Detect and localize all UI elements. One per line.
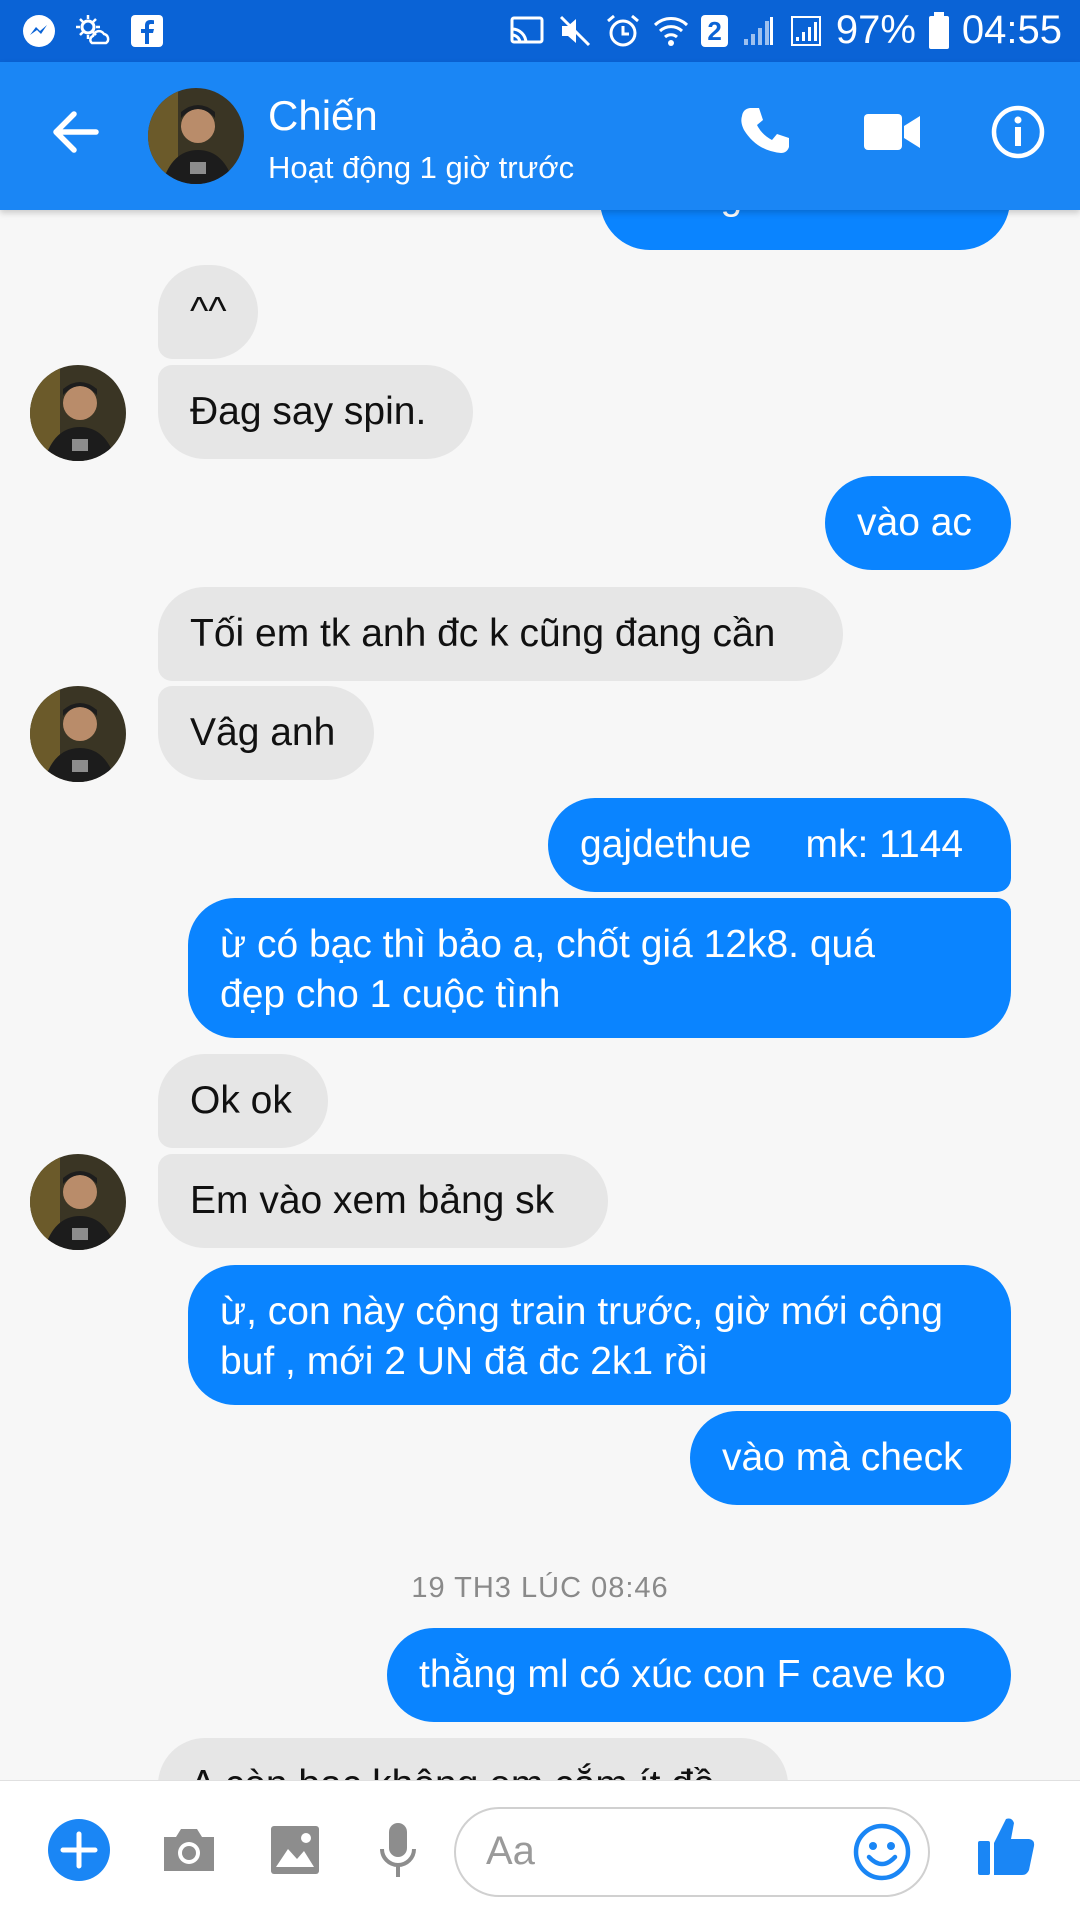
- like-icon[interactable]: [976, 1815, 1036, 1879]
- back-arrow-icon[interactable]: [46, 102, 106, 162]
- message-outgoing[interactable]: ừ có bạc thì bảo a, chốt giá 12k8. quá đ…: [188, 898, 1011, 1038]
- message-outgoing[interactable]: thằng ml đi đâu rồi: [600, 210, 1010, 250]
- battery-icon: [928, 11, 949, 49]
- mute-icon: [560, 15, 591, 46]
- facebook-notification-icon: [128, 12, 166, 50]
- emoji-icon[interactable]: [852, 1822, 912, 1882]
- message-incoming[interactable]: A còn bạc không em cắm ít đồ: [158, 1738, 788, 1780]
- messenger-notification-icon: [20, 12, 58, 50]
- avatar[interactable]: [30, 1154, 126, 1250]
- phone-icon[interactable]: [738, 104, 794, 160]
- contact-name: Chiến: [268, 92, 378, 139]
- message-input[interactable]: Aa: [454, 1807, 930, 1897]
- battery-percent: 97%: [835, 8, 916, 52]
- timestamp-separator: 19 TH3 LÚC 08:46: [411, 1572, 669, 1604]
- add-icon[interactable]: [46, 1817, 112, 1883]
- microphone-icon[interactable]: [378, 1821, 418, 1881]
- camera-icon[interactable]: [160, 1825, 218, 1875]
- message-list[interactable]: thằng ml đi đâu rồi ^^ Đag say spin. vào…: [0, 210, 1080, 1780]
- video-camera-icon[interactable]: [862, 110, 922, 154]
- message-input-placeholder: Aa: [486, 1829, 535, 1873]
- clock: 04:55: [961, 8, 1062, 52]
- avatar[interactable]: [148, 88, 244, 184]
- avatar[interactable]: [30, 365, 126, 461]
- cast-icon: [510, 16, 544, 43]
- weather-icon: [74, 12, 112, 50]
- conversation-header: Chiến Hoạt động 1 giờ trước: [0, 62, 1080, 210]
- status-bar: 2 97% 04:55: [0, 0, 1080, 62]
- alarm-icon: [607, 14, 640, 46]
- message-incoming[interactable]: Tối em tk anh đc k cũng đang cần: [158, 587, 843, 681]
- message-incoming[interactable]: Ok ok: [158, 1054, 328, 1148]
- signal-icon-2: [790, 15, 821, 46]
- activity-status: Hoạt động 1 giờ trước: [268, 150, 575, 185]
- message-outgoing[interactable]: vào ac: [825, 476, 1011, 570]
- signal-icon: [743, 16, 773, 45]
- message-incoming[interactable]: Đag say spin.: [158, 365, 473, 459]
- info-icon[interactable]: [990, 104, 1046, 160]
- sim-badge: 2: [701, 14, 728, 47]
- message-incoming[interactable]: Em vào xem bảng sk: [158, 1154, 608, 1248]
- message-outgoing[interactable]: ừ, con này cộng train trước, giờ mới cộn…: [188, 1265, 1011, 1405]
- message-outgoing[interactable]: vào mà check: [690, 1411, 1011, 1505]
- wifi-icon: [654, 16, 689, 46]
- message-incoming[interactable]: Vâg anh: [158, 686, 374, 780]
- message-outgoing[interactable]: gajdethue mk: 1144: [548, 798, 1011, 892]
- message-incoming[interactable]: ^^: [158, 265, 258, 359]
- composer-bar: Aa: [0, 1780, 1080, 1921]
- avatar[interactable]: [30, 686, 126, 782]
- image-icon[interactable]: [268, 1823, 322, 1877]
- message-outgoing[interactable]: thằng ml có xúc con F cave ko: [387, 1628, 1011, 1722]
